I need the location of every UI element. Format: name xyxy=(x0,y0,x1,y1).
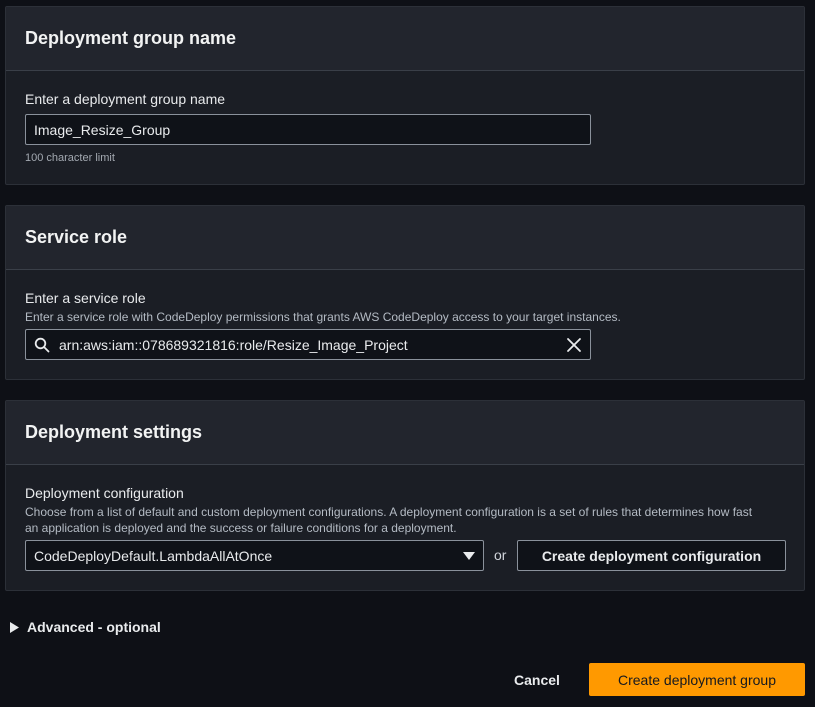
deployment-config-description-line2: an application is deployed and the succe… xyxy=(25,521,457,535)
panel-title: Deployment group name xyxy=(25,28,237,48)
group-name-input[interactable]: Image_Resize_Group xyxy=(25,114,591,145)
create-deployment-configuration-button[interactable]: Create deployment configuration xyxy=(517,540,786,571)
character-limit-hint: 100 character limit xyxy=(25,152,115,164)
panel-header: Service role xyxy=(6,206,804,270)
deployment-config-select[interactable]: CodeDeployDefault.LambdaAllAtOnce xyxy=(25,540,484,571)
or-separator: or xyxy=(494,547,507,563)
service-role-description: Enter a service role with CodeDeploy per… xyxy=(25,310,621,324)
panel-title: Service role xyxy=(25,227,128,247)
search-icon xyxy=(34,337,50,353)
deployment-group-name-panel: Deployment group name Enter a deployment… xyxy=(5,6,805,185)
advanced-optional-expander[interactable]: Advanced - optional xyxy=(10,619,161,635)
create-deployment-group-button[interactable]: Create deployment group xyxy=(589,663,805,696)
cancel-button[interactable]: Cancel xyxy=(500,664,574,696)
panel-header: Deployment group name xyxy=(6,7,804,71)
service-role-search-input[interactable]: arn:aws:iam::078689321816:role/Resize_Im… xyxy=(25,329,591,360)
deployment-config-label: Deployment configuration xyxy=(25,485,184,501)
clear-icon[interactable] xyxy=(566,337,582,353)
group-name-value: Image_Resize_Group xyxy=(34,121,171,138)
service-role-value: arn:aws:iam::078689321816:role/Resize_Im… xyxy=(59,336,408,353)
deployment-config-description-line1: Choose from a list of default and custom… xyxy=(25,505,753,519)
caret-right-icon xyxy=(10,621,19,633)
service-role-label: Enter a service role xyxy=(25,290,146,306)
panel-header: Deployment settings xyxy=(6,401,804,465)
deployment-settings-panel: Deployment settings Deployment configura… xyxy=(5,400,805,591)
panel-title: Deployment settings xyxy=(25,422,203,442)
caret-down-icon xyxy=(463,551,475,561)
advanced-optional-label: Advanced - optional xyxy=(27,619,161,635)
deployment-config-selected-value: CodeDeployDefault.LambdaAllAtOnce xyxy=(34,547,273,564)
service-role-panel: Service role Enter a service role Enter … xyxy=(5,205,805,380)
group-name-label: Enter a deployment group name xyxy=(25,91,226,107)
